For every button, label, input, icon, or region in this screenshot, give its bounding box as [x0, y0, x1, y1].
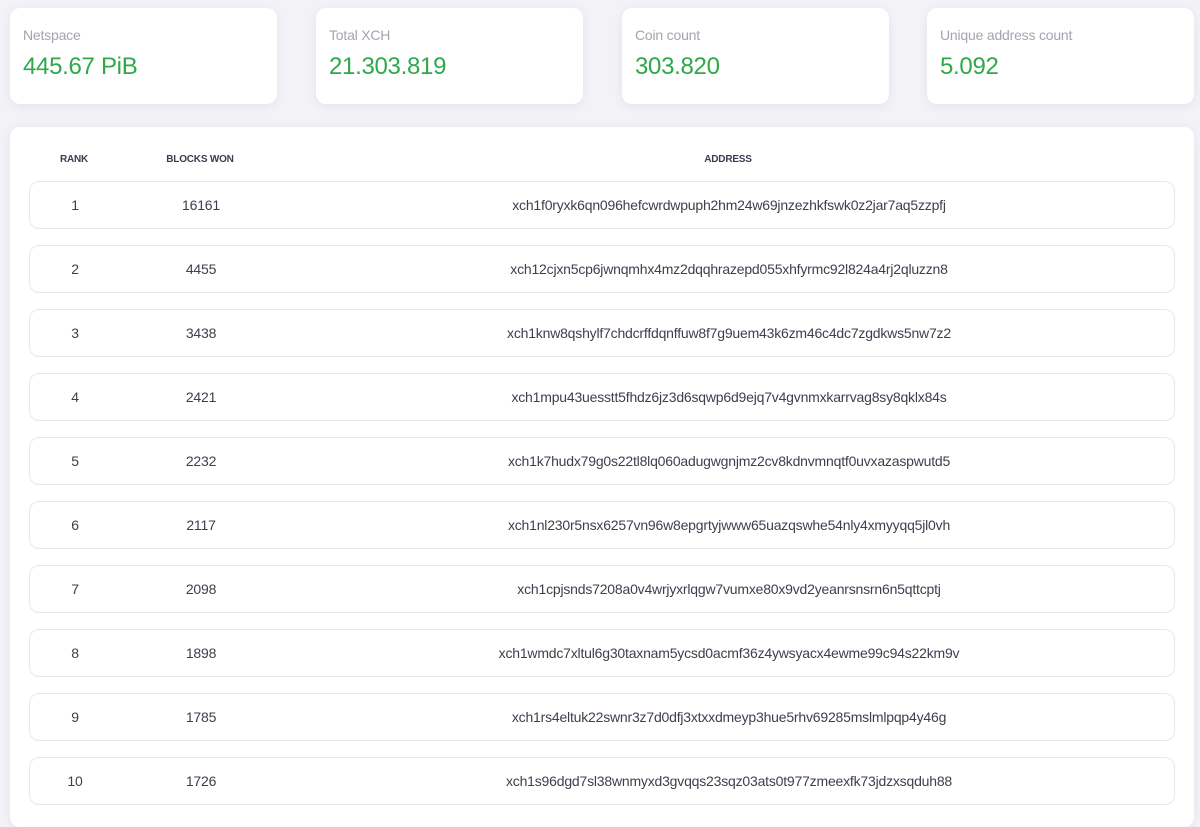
table-row[interactable]: 10 1726 xch1s96dgd7sl38wnmyxd3gvqqs23sqz…	[29, 757, 1175, 805]
address-link[interactable]: xch1f0ryxk6qn096hefcwrdwpuph2hm24w69jnze…	[281, 182, 1177, 228]
address-link[interactable]: xch1k7hudx79g0s22tl8lq060adugwgnjmz2cv8k…	[281, 438, 1177, 484]
stat-label: Coin count	[635, 27, 700, 43]
blocks-won-cell: 3438	[185, 325, 217, 341]
table-header: RANK BLOCKS WON ADDRESS	[10, 154, 1194, 168]
rank-cell: 3	[71, 325, 79, 341]
rank-cell: 5	[71, 453, 79, 469]
stat-value: 445.67 PiB	[23, 53, 138, 80]
address-link[interactable]: xch1nl230r5nsx6257vn96w8epgrtyjwww65uazq…	[281, 502, 1177, 548]
table-row[interactable]: 1 16161 xch1f0ryxk6qn096hefcwrdwpuph2hm2…	[29, 181, 1175, 229]
table-row[interactable]: 5 2232 xch1k7hudx79g0s22tl8lq060adugwgnj…	[29, 437, 1175, 485]
address-link[interactable]: xch12cjxn5cp6jwnqmhx4mz2dqqhrazepd055xhf…	[281, 246, 1177, 292]
blocks-won-cell: 16161	[182, 197, 220, 213]
address-link[interactable]: xch1s96dgd7sl38wnmyxd3gvqqs23sqz03ats0t9…	[281, 758, 1177, 804]
table-row[interactable]: 7 2098 xch1cpjsnds7208a0v4wrjyxrlqgw7vum…	[29, 565, 1175, 613]
address-link[interactable]: xch1wmdc7xltul6g30taxnam5ycsd0acmf36z4yw…	[281, 630, 1177, 676]
blocks-won-cell: 1726	[185, 773, 217, 789]
blocks-won-cell: 2117	[186, 517, 216, 533]
rank-cell: 7	[71, 581, 79, 597]
rank-cell: 9	[71, 709, 79, 725]
stat-label: Netspace	[23, 27, 81, 43]
address-link[interactable]: xch1knw8qshylf7chdcrffdqnffuw8f7g9uem43k…	[281, 310, 1177, 356]
table-row[interactable]: 2 4455 xch12cjxn5cp6jwnqmhx4mz2dqqhrazep…	[29, 245, 1175, 293]
stat-card-unique-address-count: Unique address count 5.092	[927, 8, 1194, 104]
rank-cell: 10	[67, 773, 83, 789]
table-row[interactable]: 3 3438 xch1knw8qshylf7chdcrffdqnffuw8f7g…	[29, 309, 1175, 357]
table-row[interactable]: 6 2117 xch1nl230r5nsx6257vn96w8epgrtyjww…	[29, 501, 1175, 549]
table-row[interactable]: 9 1785 xch1rs4eltuk22swnr3z7d0dfj3xtxxdm…	[29, 693, 1175, 741]
blocks-won-cell: 1898	[185, 645, 217, 661]
richlist-table: RANK BLOCKS WON ADDRESS 1 16161 xch1f0ry…	[10, 127, 1194, 827]
header-address: ADDRESS	[704, 154, 752, 165]
stat-label: Total XCH	[329, 27, 391, 43]
rank-cell: 4	[71, 389, 79, 405]
blocks-won-cell: 2421	[185, 389, 217, 405]
stat-card-total-xch: Total XCH 21.303.819	[316, 8, 583, 104]
address-link[interactable]: xch1mpu43uesstt5fhdz6jz3d6sqwp6d9ejq7v4g…	[281, 374, 1177, 420]
header-blocks-won: BLOCKS WON	[166, 154, 234, 165]
rank-cell: 6	[71, 517, 79, 533]
header-rank: RANK	[59, 154, 89, 165]
stats-bar: Netspace 445.67 PiB Total XCH 21.303.819…	[10, 8, 1194, 104]
stat-label: Unique address count	[940, 27, 1073, 43]
blocks-won-cell: 2098	[185, 581, 217, 597]
blocks-won-cell: 1785	[185, 709, 217, 725]
address-link[interactable]: xch1cpjsnds7208a0v4wrjyxrlqgw7vumxe80x9v…	[281, 566, 1177, 612]
rank-cell: 8	[71, 645, 79, 661]
stat-value: 5.092	[940, 53, 999, 80]
stat-card-coin-count: Coin count 303.820	[622, 8, 889, 104]
rank-cell: 2	[71, 261, 79, 277]
blocks-won-cell: 2232	[185, 453, 217, 469]
rank-cell: 1	[71, 197, 79, 213]
address-link[interactable]: xch1rs4eltuk22swnr3z7d0dfj3xtxxdmeyp3hue…	[281, 694, 1177, 740]
stat-value: 21.303.819	[329, 53, 447, 80]
blocks-won-cell: 4455	[185, 261, 217, 277]
stat-value: 303.820	[635, 53, 720, 80]
stat-card-netspace: Netspace 445.67 PiB	[10, 8, 277, 104]
table-row[interactable]: 8 1898 xch1wmdc7xltul6g30taxnam5ycsd0acm…	[29, 629, 1175, 677]
table-row[interactable]: 4 2421 xch1mpu43uesstt5fhdz6jz3d6sqwp6d9…	[29, 373, 1175, 421]
